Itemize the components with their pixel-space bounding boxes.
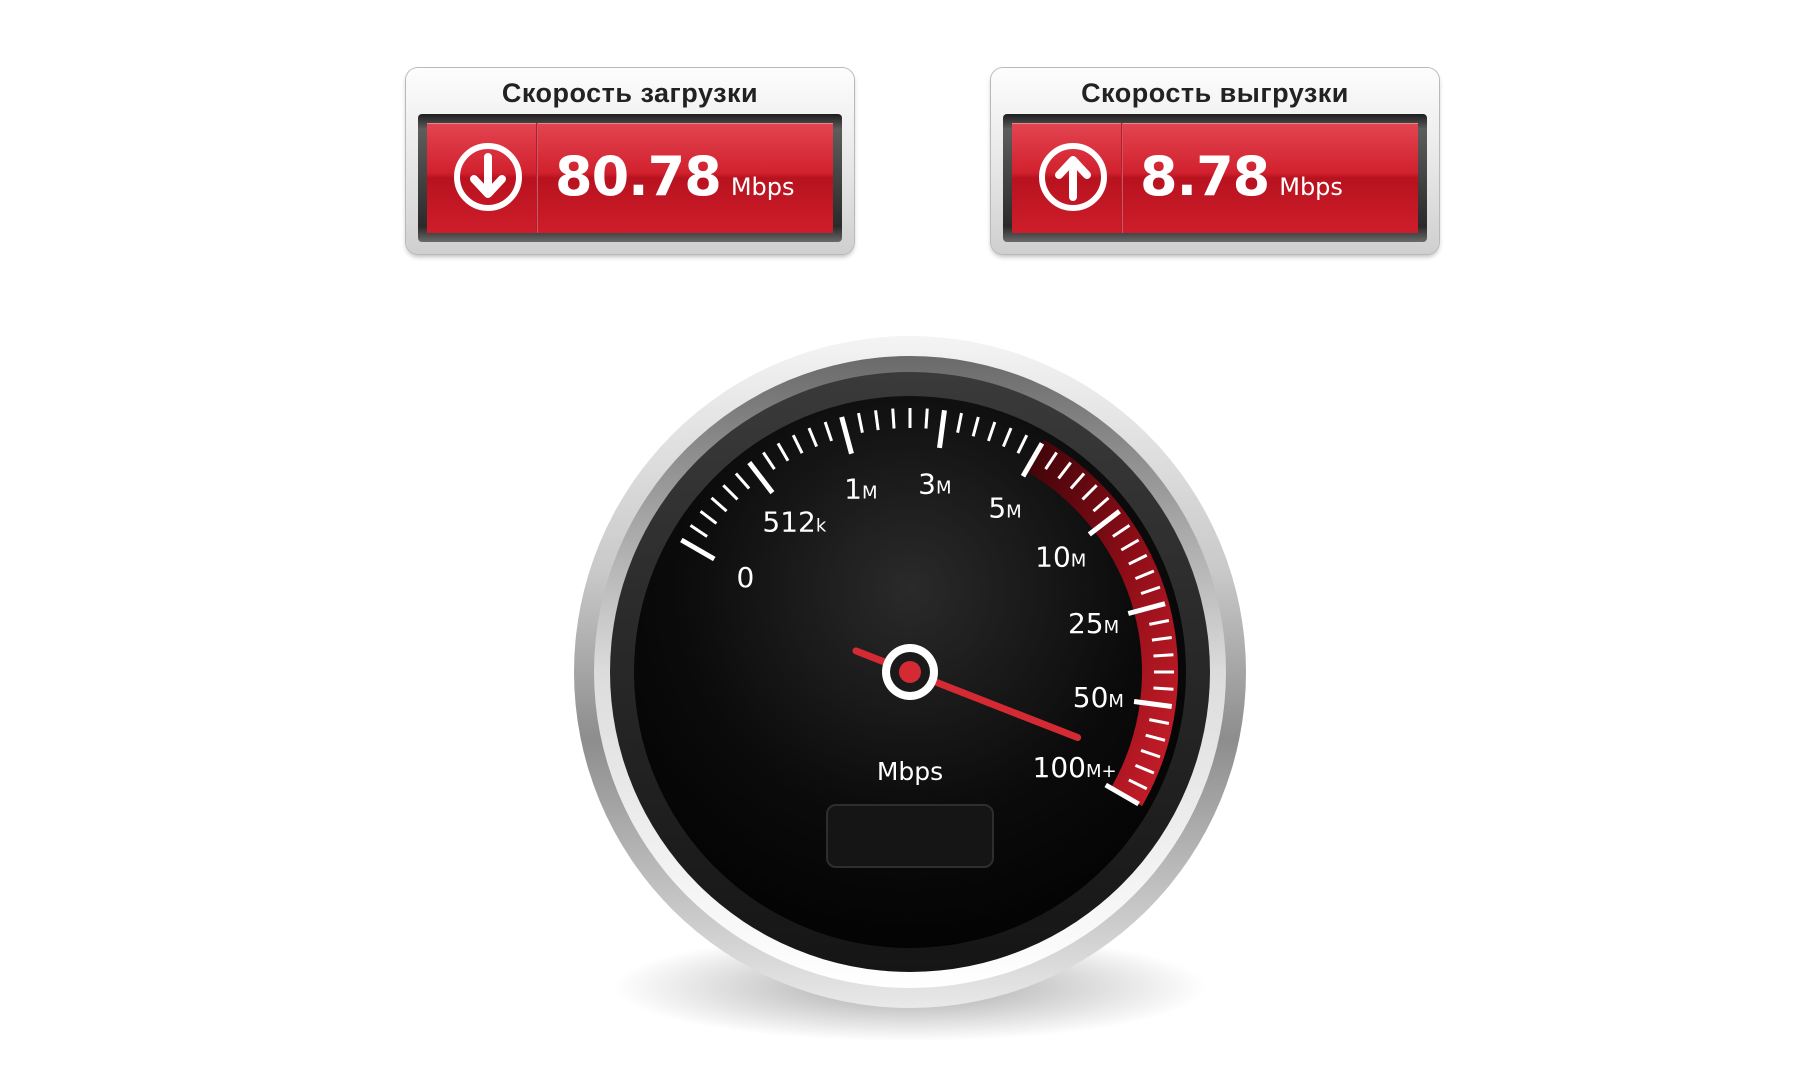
upload-speed-display: 8.78 Mbps bbox=[1003, 114, 1427, 242]
upload-speed-panel: Скорость выгрузки 8.78 Mbps bbox=[991, 68, 1439, 254]
scale-label-suffix: M+ bbox=[1086, 761, 1117, 782]
speedometer-gauge: 0 512k 1M 3M 5M 10M 25M 50M 100M+ Mbps bbox=[570, 332, 1250, 1072]
scale-label-value: 0 bbox=[737, 561, 755, 594]
scale-label-value: 100 bbox=[1033, 751, 1086, 784]
speedometer-dial: 0512k1M 3M5M10M25M50M100M+ Mbps bbox=[574, 336, 1246, 1008]
gauge-readout-window bbox=[826, 804, 994, 868]
upload-speed-value: 8.78 bbox=[1140, 145, 1270, 208]
scale-label-value: 1 bbox=[844, 472, 862, 505]
upload-speed-readout: 8.78 Mbps bbox=[1140, 141, 1343, 213]
minor-tick bbox=[891, 408, 896, 429]
download-speed-value: 80.78 bbox=[555, 145, 722, 208]
scale-label-value: 5 bbox=[988, 491, 1006, 524]
scale-label-suffix: k bbox=[816, 515, 827, 536]
needle-hub-cap bbox=[899, 661, 921, 683]
scale-label-suffix: M bbox=[1006, 501, 1022, 522]
scale-label-suffix: M bbox=[862, 482, 878, 503]
panel-divider bbox=[1121, 123, 1123, 233]
panel-divider bbox=[536, 123, 538, 233]
arrow-up-circle-icon bbox=[1039, 143, 1107, 211]
download-speed-title: Скорость загрузки bbox=[501, 78, 759, 108]
download-speed-display: 80.78 Mbps bbox=[418, 114, 842, 242]
scale-label-suffix: M bbox=[1104, 617, 1120, 638]
scale-label-value: 512 bbox=[762, 505, 815, 538]
gauge-unit-label: Mbps bbox=[877, 757, 943, 786]
download-speed-face: 80.78 Mbps bbox=[427, 123, 833, 233]
scale-label: 0 bbox=[737, 561, 755, 594]
minor-tick bbox=[1153, 686, 1174, 691]
download-speed-panel: Скорость загрузки 80.78 Mbps bbox=[406, 68, 854, 254]
minor-tick bbox=[924, 408, 929, 429]
scale-label-suffix: M bbox=[1108, 691, 1124, 712]
scale-label-value: 10 bbox=[1035, 540, 1071, 573]
speed-test-screen: Скорость загрузки 80.78 Mbps Скорость выг… bbox=[0, 0, 1800, 1080]
scale-label-value: 50 bbox=[1073, 681, 1109, 714]
download-speed-readout: 80.78 Mbps bbox=[555, 141, 795, 213]
download-speed-unit: Mbps bbox=[730, 173, 795, 201]
scale-label-value: 25 bbox=[1068, 607, 1104, 640]
scale-label-suffix: M bbox=[936, 478, 952, 499]
scale-label-suffix: M bbox=[1071, 550, 1087, 571]
upload-speed-face: 8.78 Mbps bbox=[1012, 123, 1418, 233]
minor-tick bbox=[1153, 653, 1174, 658]
arrow-down-circle-icon bbox=[454, 143, 522, 211]
upload-speed-unit: Mbps bbox=[1279, 173, 1343, 201]
upload-speed-title: Скорость выгрузки bbox=[1081, 78, 1349, 108]
scale-label-value: 3 bbox=[918, 468, 936, 501]
